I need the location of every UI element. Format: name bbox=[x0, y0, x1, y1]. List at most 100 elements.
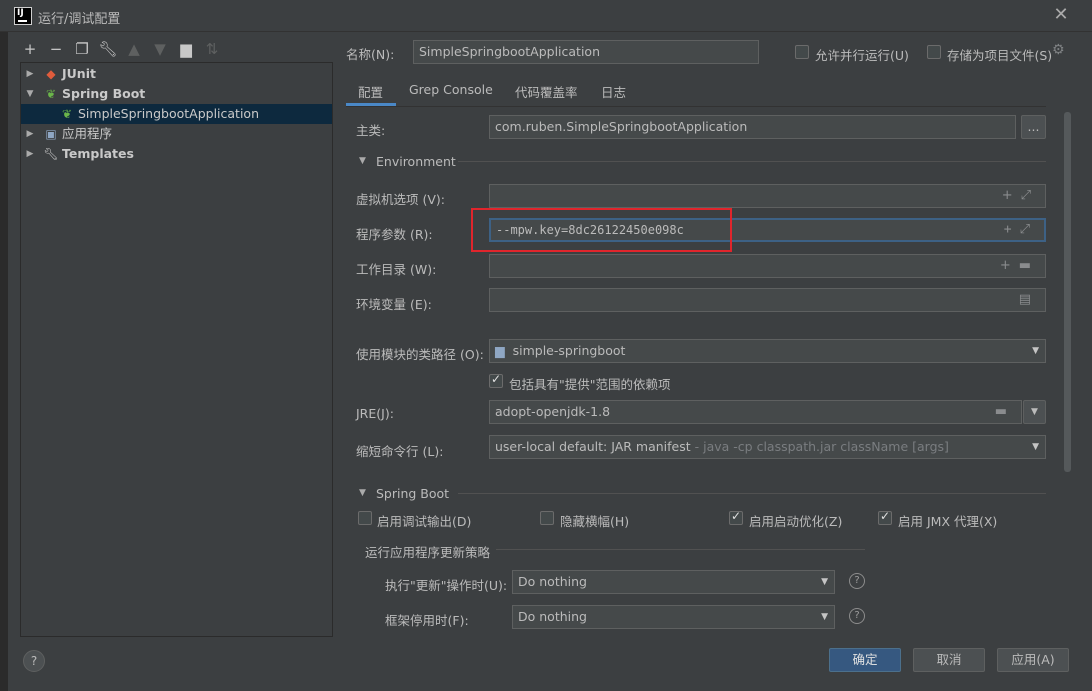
wrench-icon[interactable]: 🔧︎ bbox=[98, 39, 118, 59]
arrow-down-icon[interactable]: ▼ bbox=[150, 39, 170, 59]
update-policy-title: 运行应用程序更新策略 bbox=[365, 545, 491, 560]
chevron-down-icon[interactable]: ▼ bbox=[25, 84, 35, 104]
env-vars-label: 环境变量 (E): bbox=[356, 297, 432, 312]
spring-boot-divider bbox=[458, 493, 1046, 494]
chevron-down-icon[interactable]: ▼ bbox=[821, 606, 828, 628]
program-args-label: 程序参数 (R): bbox=[356, 227, 433, 242]
environment-divider bbox=[458, 161, 1046, 162]
module-select[interactable]: ▆ simple-springboot ▼ bbox=[489, 339, 1046, 363]
debug-output-checkbox[interactable] bbox=[358, 511, 372, 525]
folder-icon[interactable]: ▬ bbox=[995, 401, 1015, 423]
on-frame-deactivate-label: 框架停用时(F): bbox=[385, 613, 469, 628]
include-provided-checkbox[interactable] bbox=[489, 372, 503, 388]
on-update-select[interactable]: Do nothing ▼ bbox=[512, 570, 835, 594]
main-class-label: 主类: bbox=[356, 123, 386, 138]
vm-options-label: 虚拟机选项 (V): bbox=[356, 192, 445, 207]
tab-code-coverage[interactable]: 代码覆盖率 bbox=[515, 82, 578, 104]
jre-dropdown-button[interactable]: ▼ bbox=[1023, 400, 1046, 424]
tab-grep-console[interactable]: Grep Console bbox=[409, 82, 493, 104]
tab-logs[interactable]: 日志 bbox=[601, 82, 626, 104]
tree-item-junit[interactable]: ▶ ◆ JUnit bbox=[21, 64, 332, 84]
jre-input[interactable]: adopt-openjdk-1.8 ▬ bbox=[489, 400, 1022, 424]
tree-item-spring-boot[interactable]: ▼ ❦ Spring Boot bbox=[21, 84, 332, 104]
intellij-app-icon: IJ bbox=[14, 7, 32, 25]
tree-item-simplespringbootapplication[interactable]: ❦ SimpleSpringbootApplication bbox=[21, 104, 332, 124]
launch-optimization-label: 启用启动优化(Z) bbox=[749, 514, 843, 529]
launch-optimization-checkbox[interactable] bbox=[729, 509, 743, 525]
name-value: SimpleSpringbootApplication bbox=[419, 44, 600, 59]
tree-item-label: 应用程序 bbox=[62, 126, 113, 141]
chevron-down-icon[interactable]: ▼ bbox=[821, 571, 828, 593]
chevron-down-icon[interactable]: ▼ bbox=[359, 156, 366, 166]
spring-boot-app-icon: ❦ bbox=[61, 107, 73, 121]
copy-icon[interactable]: ❐ bbox=[72, 39, 92, 59]
chevron-right-icon[interactable]: ▶ bbox=[25, 144, 35, 164]
help-button[interactable]: ? bbox=[23, 650, 45, 672]
highlight-annotation-box bbox=[471, 208, 732, 252]
tree-toolbar: + − ❐ 🔧︎ ▲ ▼ ▆ ⇅ bbox=[20, 38, 222, 60]
chevron-down-icon[interactable]: ▼ bbox=[1032, 340, 1039, 362]
plus-icon[interactable]: + bbox=[20, 39, 40, 59]
folder-icon[interactable]: +▬ bbox=[1000, 255, 1039, 277]
allow-parallel-label: 允许并行运行(U) bbox=[815, 48, 909, 63]
tree-item-label: SimpleSpringbootApplication bbox=[78, 106, 259, 121]
gear-icon[interactable]: ⚙ bbox=[1052, 42, 1065, 58]
chevron-down-icon[interactable]: ▼ bbox=[1032, 436, 1039, 458]
tree-item-label: Spring Boot bbox=[62, 86, 146, 101]
store-as-file-checkbox[interactable] bbox=[927, 45, 941, 59]
tree-item-label: Templates bbox=[62, 146, 134, 161]
tree-item-templates[interactable]: ▶ 🔧︎ Templates bbox=[21, 144, 332, 164]
name-label: 名称(N): bbox=[346, 47, 395, 62]
browse-main-class-button[interactable]: ... bbox=[1021, 115, 1046, 139]
chevron-right-icon[interactable]: ▶ bbox=[25, 64, 35, 84]
env-vars-input[interactable]: ▤ bbox=[489, 288, 1046, 312]
configuration-tree: ▶ ◆ JUnit ▼ ❦ Spring Boot ❦ SimpleSpring… bbox=[20, 62, 333, 637]
help-icon[interactable]: ? bbox=[849, 573, 865, 589]
spring-boot-title: Spring Boot bbox=[376, 486, 450, 501]
hide-banner-checkbox[interactable] bbox=[540, 511, 554, 525]
on-frame-deactivate-value: Do nothing bbox=[518, 609, 587, 624]
on-update-label: 执行"更新"操作时(U): bbox=[385, 578, 508, 593]
on-frame-deactivate-select[interactable]: Do nothing ▼ bbox=[512, 605, 835, 629]
scrollbar-thumb[interactable] bbox=[1064, 112, 1071, 472]
help-icon[interactable]: ? bbox=[849, 608, 865, 624]
module-folder-icon: ▆ bbox=[495, 343, 505, 358]
tree-item-label: JUnit bbox=[62, 66, 96, 81]
sort-icon[interactable]: ⇅ bbox=[202, 39, 222, 59]
tab-config[interactable]: 配置 bbox=[358, 82, 383, 104]
chevron-right-icon[interactable]: ▶ bbox=[25, 124, 35, 144]
jmx-agent-checkbox[interactable] bbox=[878, 509, 892, 525]
document-icon[interactable]: ▤ bbox=[1019, 289, 1039, 311]
close-icon[interactable]: ✕ bbox=[1052, 5, 1070, 25]
cancel-button[interactable]: 取消 bbox=[913, 648, 985, 672]
shorten-cmd-label: 缩短命令行 (L): bbox=[356, 444, 444, 459]
vm-options-input[interactable]: +⤢ bbox=[489, 184, 1046, 208]
allow-parallel-checkbox[interactable] bbox=[795, 45, 809, 59]
arrow-up-icon[interactable]: ▲ bbox=[124, 39, 144, 59]
window-title: 运行/调试配置 bbox=[38, 12, 121, 27]
debug-output-label: 启用调试输出(D) bbox=[377, 514, 472, 529]
hide-banner-label: 隐藏横幅(H) bbox=[560, 514, 630, 529]
expand-icon[interactable]: +⤢ bbox=[1004, 220, 1038, 240]
shorten-cmd-select[interactable]: user-local default: JAR manifest - java … bbox=[489, 435, 1046, 459]
shorten-cmd-value: user-local default: JAR manifest bbox=[495, 439, 691, 454]
minus-icon[interactable]: − bbox=[46, 39, 66, 59]
on-update-value: Do nothing bbox=[518, 574, 587, 589]
spring-boot-icon: ❦ bbox=[45, 87, 57, 101]
tree-item-application[interactable]: ▶ ▣ 应用程序 bbox=[21, 124, 332, 144]
jre-label: JRE(J): bbox=[356, 406, 394, 421]
store-as-file-label: 存储为项目文件(S) bbox=[947, 48, 1053, 63]
folder-add-icon[interactable]: ▆ bbox=[176, 39, 196, 59]
ok-button[interactable]: 确定 bbox=[829, 648, 901, 672]
name-input[interactable]: SimpleSpringbootApplication bbox=[413, 40, 759, 64]
expand-icon[interactable]: +⤢ bbox=[1002, 185, 1039, 207]
apply-button[interactable]: 应用(A) bbox=[997, 648, 1069, 672]
application-icon: ▣ bbox=[45, 127, 57, 141]
chevron-down-icon[interactable]: ▼ bbox=[359, 488, 366, 498]
working-dir-input[interactable]: +▬ bbox=[489, 254, 1046, 278]
module-label: 使用模块的类路径 (O): bbox=[356, 347, 484, 362]
background-window-strip bbox=[0, 32, 8, 691]
environment-title: Environment bbox=[376, 154, 456, 169]
tabs-divider bbox=[346, 106, 1046, 107]
main-class-input[interactable]: com.ruben.SimpleSpringbootApplication bbox=[489, 115, 1016, 139]
